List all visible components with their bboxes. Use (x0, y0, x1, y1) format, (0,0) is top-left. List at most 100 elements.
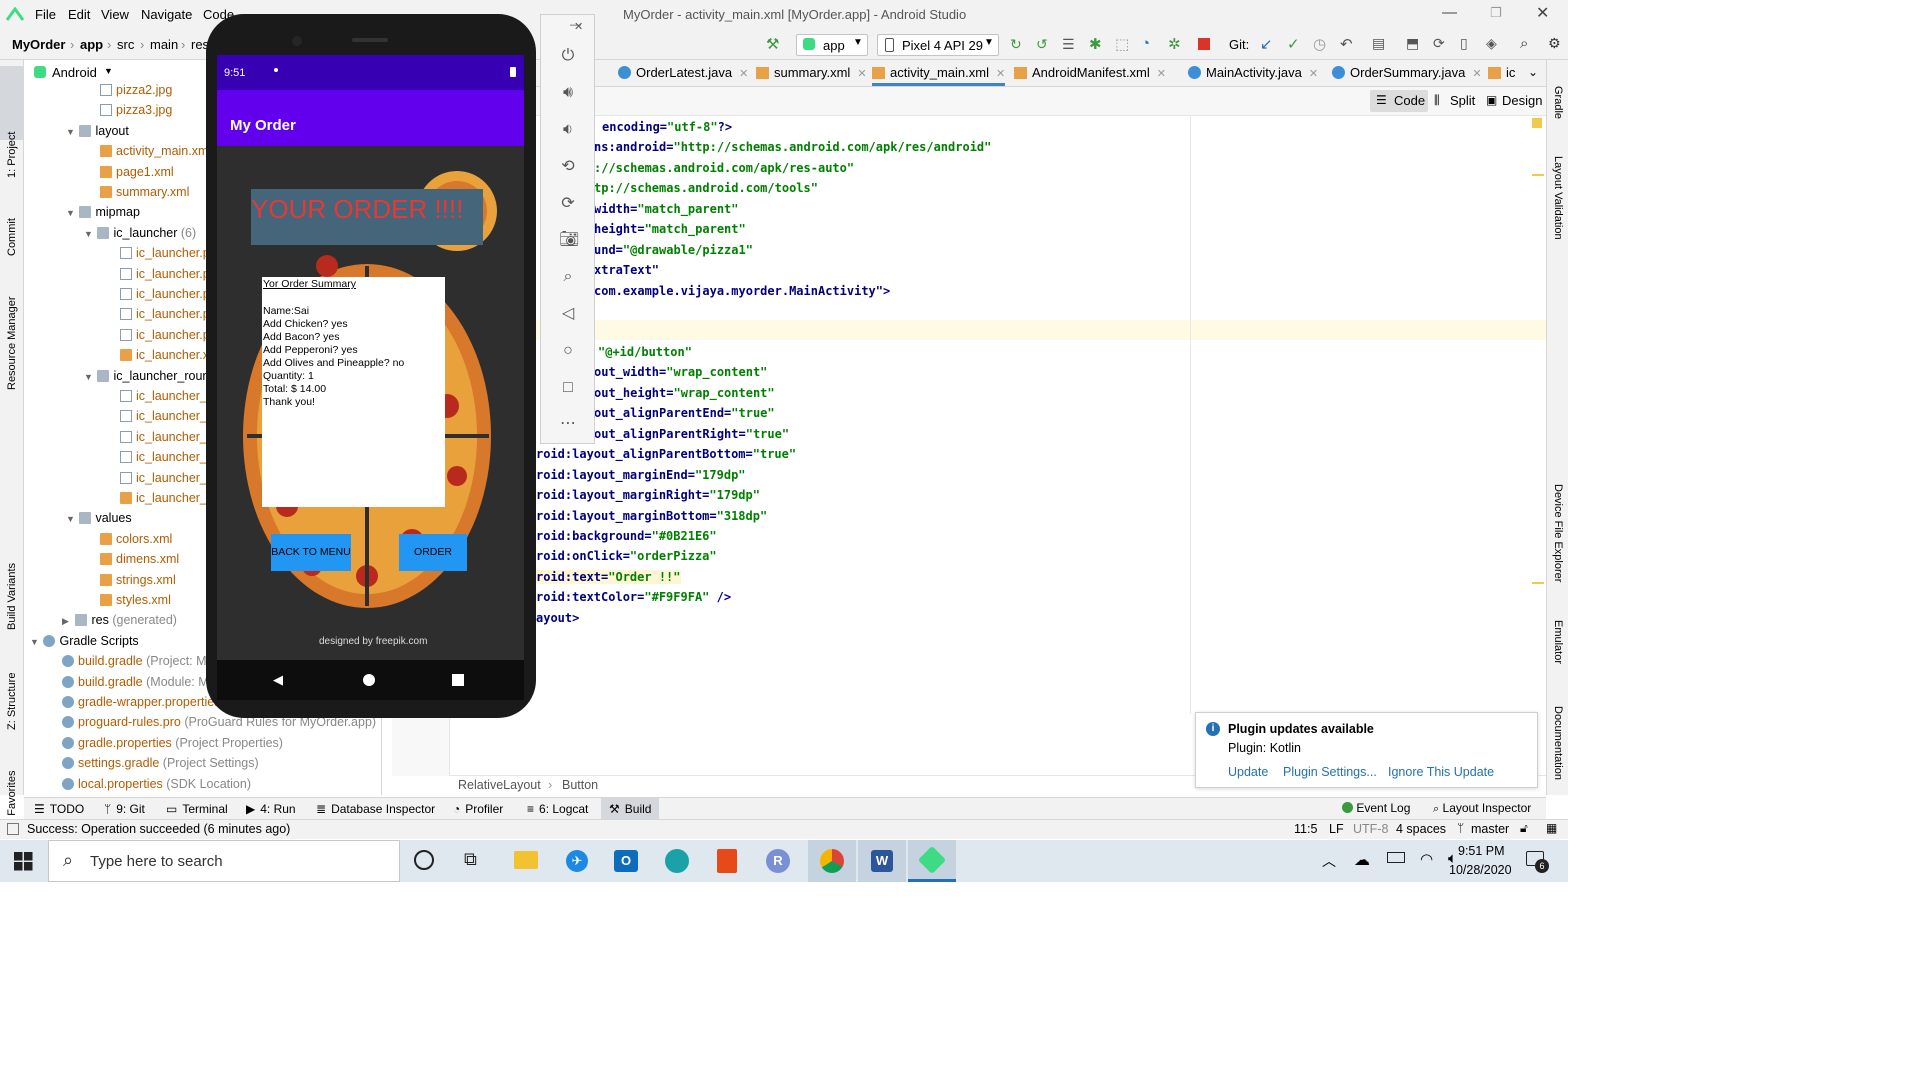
taskbar-search-box[interactable]: ⌕ Type here to search (48, 840, 400, 882)
code-line[interactable]: width="match_parent" (594, 202, 739, 216)
code-line[interactable]: encoding="utf-8"?> (602, 120, 732, 134)
tool-build-variants[interactable]: Build Variants (6, 563, 18, 630)
line-separator[interactable]: LF (1329, 822, 1344, 836)
r-app-icon[interactable]: R (766, 849, 790, 873)
code-line[interactable]: "@+id/button" (598, 345, 692, 359)
close-icon[interactable]: ✕ (1536, 3, 1549, 23)
status-message[interactable]: Success: Operation succeeded (6 minutes … (27, 822, 290, 836)
tree-row[interactable]: colors.xml (100, 529, 172, 549)
tool-device-file-explorer[interactable]: Device File Explorer (1552, 484, 1564, 582)
run-config-select[interactable]: app ▼ (796, 34, 868, 56)
tree-row[interactable]: summary.xml (100, 182, 189, 202)
edge-icon[interactable] (665, 849, 689, 873)
expand-down-icon[interactable]: ▼ (66, 509, 76, 529)
code-line[interactable]: out_alignParentRight="true" (594, 427, 789, 441)
crumb-button[interactable]: Button (562, 778, 598, 792)
windows-start-icon[interactable] (14, 852, 33, 871)
rotate-left-icon[interactable]: ⟲ (559, 158, 577, 176)
git-update-icon[interactable]: ↙ (1260, 35, 1273, 53)
code-line[interactable]: height="match_parent" (594, 222, 746, 236)
ignore-update-link[interactable]: Ignore This Update (1388, 765, 1494, 779)
tool-structure[interactable]: Z: Structure (6, 673, 18, 730)
tree-row[interactable]: activity_main.xml (100, 141, 211, 161)
coverage-icon[interactable]: ☰ (1062, 36, 1075, 53)
chrome-taskbar-item[interactable] (808, 840, 856, 882)
battery-icon[interactable] (1387, 852, 1405, 863)
caret-position[interactable]: 11:5 (1294, 822, 1317, 836)
code-line[interactable]: com.example.vijaya.myorder.MainActivity"… (594, 284, 890, 298)
outlook-icon[interactable]: O (614, 850, 638, 872)
project-structure-icon[interactable]: ▤ (1372, 35, 1385, 52)
code-line[interactable]: und="@drawable/pizza1" (594, 243, 753, 257)
code-line[interactable]: roid:background="#0B21E6" (536, 529, 717, 543)
power-icon[interactable]: ⏻ (559, 47, 577, 65)
sync-gradle-icon[interactable]: ⟳ (1433, 35, 1445, 52)
task-view-icon[interactable]: ⧉ (464, 849, 477, 870)
order-button[interactable]: ORDER (399, 534, 467, 571)
android-studio-taskbar-item[interactable] (908, 840, 956, 882)
warning-marker-icon[interactable] (1532, 118, 1542, 128)
view-mode-split[interactable]: ⫼ Split (1432, 90, 1482, 112)
menu-file[interactable]: File (35, 7, 56, 22)
volume-up-icon[interactable]: 🔊︎ (559, 84, 577, 102)
home-icon[interactable]: ○ (559, 342, 577, 360)
tool-emulator[interactable]: Emulator (1552, 620, 1564, 664)
status-toggle-icon[interactable] (7, 823, 19, 835)
tree-row[interactable]: strings.xml (100, 570, 176, 590)
code-line[interactable]: ayout> (536, 611, 579, 625)
back-icon[interactable]: ◁ (559, 305, 577, 323)
emulator-screen[interactable]: 9:51 My Order YOUR ORDER !!!! Yor Order … (217, 55, 524, 700)
code-line[interactable]: roid:textColor="#F9F9FA" /> (536, 590, 731, 604)
nav-home-icon[interactable] (363, 674, 375, 686)
clock-date[interactable]: 10/28/2020 (1449, 863, 1512, 877)
bottom-tab[interactable]: ≡ 6: Logcat (527, 802, 588, 816)
tree-row[interactable]: styles.xml (100, 590, 171, 610)
tree-row[interactable]: ▶ res (generated) (62, 610, 177, 630)
plugin-settings-link[interactable]: Plugin Settings... (1283, 765, 1377, 779)
nav-back-icon[interactable]: ◀ (273, 672, 283, 688)
expand-down-icon[interactable]: ▼ (66, 203, 76, 223)
search-icon[interactable]: ⌕ (1520, 35, 1528, 52)
debug-icon[interactable]: ✱ (1089, 35, 1102, 53)
clock-time[interactable]: 9:51 PM (1458, 844, 1505, 858)
close-tab-icon[interactable]: ✕ (1157, 68, 1166, 80)
editor-tab[interactable]: OrderSummary.java ✕ (1332, 65, 1482, 80)
stop-icon[interactable] (1198, 38, 1210, 50)
project-view-select[interactable]: Android (52, 65, 97, 80)
close-tab-icon[interactable]: ✕ (996, 68, 1005, 80)
code-line[interactable]: ://schemas.android.com/apk/res-auto" (594, 161, 854, 175)
bottom-tab[interactable]: ▶ 4: Run (246, 802, 296, 816)
tool-commit[interactable]: Commit (6, 218, 18, 256)
editor-tab[interactable]: OrderLatest.java ✕ (618, 65, 748, 80)
zoom-icon[interactable]: ⌕ (559, 268, 577, 286)
overview-icon[interactable]: □ (559, 379, 577, 397)
close-tab-icon[interactable]: ✕ (1309, 68, 1318, 80)
code-line[interactable]: roid:text="Order !!" (536, 569, 681, 584)
tree-row[interactable]: settings.gradle (Project Settings) (62, 753, 259, 773)
indent-setting[interactable]: 4 spaces (1396, 822, 1446, 836)
menu-view[interactable]: View (101, 7, 129, 22)
file-encoding[interactable]: UTF-8 (1353, 822, 1388, 836)
cortana-icon[interactable] (414, 850, 434, 870)
view-mode-design[interactable]: ▣ Design (1484, 90, 1544, 112)
attach-icon[interactable]: ✲ (1168, 35, 1181, 53)
bottom-tab[interactable]: ▭ Terminal (166, 802, 228, 816)
expand-down-icon[interactable]: ▼ (30, 632, 40, 652)
tree-row[interactable]: pizza2.jpg (100, 80, 172, 100)
tree-row[interactable]: ▼ layout (66, 121, 129, 141)
tool-layout-validation[interactable]: Layout Validation (1552, 156, 1564, 240)
lock-icon[interactable]: 🔓︎ (1520, 821, 1528, 836)
rotate-right-icon[interactable]: ⟳ (559, 195, 577, 213)
event-log-tab[interactable]: Event Log (1342, 801, 1410, 815)
menu-navigate[interactable]: Navigate (141, 7, 192, 22)
breadcrumb-project[interactable]: MyOrder (12, 37, 65, 52)
tree-row[interactable]: local.properties (SDK Location) (62, 774, 251, 794)
maximize-icon[interactable]: ❐ (1490, 5, 1502, 21)
editor-tab[interactable]: AndroidManifest.xml ✕ (1014, 65, 1166, 80)
profile-icon[interactable]: ◔ (1141, 35, 1150, 52)
bottom-tab[interactable]: ≣ Database Inspector (316, 802, 435, 816)
onedrive-icon[interactable]: ☁ (1354, 850, 1370, 870)
editor-tab[interactable]: ic (1488, 65, 1515, 80)
attach-debugger-icon[interactable]: ⬚ (1115, 35, 1129, 53)
avd-manager-icon[interactable]: ▯ (1460, 35, 1468, 52)
